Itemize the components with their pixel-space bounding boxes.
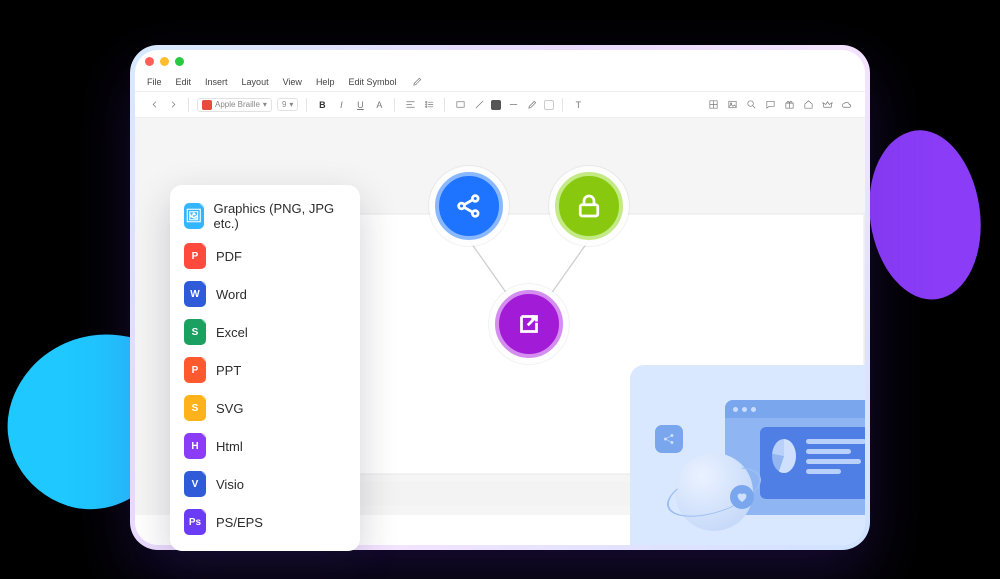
menu-insert[interactable]: Insert	[205, 77, 228, 87]
img-file-icon: 🖼	[184, 203, 204, 229]
font-size-select[interactable]: 9 ▾	[277, 98, 298, 111]
export-option-xls[interactable]: S Excel	[170, 313, 360, 351]
export-option-word[interactable]: W Word	[170, 275, 360, 313]
illus-dashboard	[760, 427, 865, 499]
cloud-icon[interactable]	[839, 98, 853, 112]
export-icon	[514, 309, 544, 339]
crown-icon[interactable]	[820, 98, 834, 112]
window-titlebar	[135, 50, 865, 72]
text-tool-icon[interactable]: T	[571, 98, 585, 112]
export-option-label: PDF	[216, 249, 242, 264]
ppt-file-icon: P	[184, 357, 206, 383]
export-option-visio[interactable]: V Visio	[170, 465, 360, 503]
gift-icon[interactable]	[782, 98, 796, 112]
format-toolbar: Apple Braille ▾ 9 ▾ B I U A T	[135, 92, 865, 118]
nav-back-icon[interactable]	[147, 98, 161, 112]
export-option-label: Excel	[216, 325, 248, 340]
pie-icon	[772, 439, 796, 473]
shape-rect-icon[interactable]	[453, 98, 467, 112]
image-icon[interactable]	[725, 98, 739, 112]
share-icon	[454, 191, 484, 221]
message-icon[interactable]	[763, 98, 777, 112]
lock-node[interactable]	[555, 172, 623, 240]
export-option-pdf[interactable]: P PDF	[170, 237, 360, 275]
underline-button[interactable]: U	[353, 98, 367, 112]
export-option-svg[interactable]: S SVG	[170, 389, 360, 427]
bg-color-icon[interactable]	[544, 100, 554, 110]
home-icon[interactable]	[801, 98, 815, 112]
menu-bar: File Edit Insert Layout View Help Edit Symbol	[135, 72, 865, 92]
text-color-button[interactable]: A	[372, 98, 386, 112]
export-format-menu: 🖼 Graphics (PNG, JPG etc.) P PDF W Word S Excel…	[170, 185, 360, 551]
xls-file-icon: S	[184, 319, 206, 345]
menu-help[interactable]: Help	[316, 77, 335, 87]
svg-file-icon: S	[184, 395, 206, 421]
export-option-label: PPT	[216, 363, 241, 378]
illus-lines	[806, 439, 865, 487]
share-node[interactable]	[435, 172, 503, 240]
export-option-html[interactable]: H Html	[170, 427, 360, 465]
html-file-icon: H	[184, 433, 206, 459]
font-name: Apple Braille	[215, 100, 260, 109]
export-option-label: Html	[216, 439, 243, 454]
word-file-icon: W	[184, 281, 206, 307]
edit-symbol-icon[interactable]	[410, 75, 424, 89]
window-minimize-icon[interactable]	[160, 57, 169, 66]
shape-line-icon[interactable]	[472, 98, 486, 112]
ps-file-icon: Ps	[184, 509, 206, 535]
export-option-label: Word	[216, 287, 247, 302]
font-select[interactable]: Apple Braille ▾	[197, 98, 272, 112]
bullets-icon[interactable]	[422, 98, 436, 112]
share-illustration	[630, 365, 865, 545]
menu-view[interactable]: View	[283, 77, 302, 87]
search-icon[interactable]	[744, 98, 758, 112]
line-style-icon[interactable]	[506, 98, 520, 112]
export-option-img[interactable]: 🖼 Graphics (PNG, JPG etc.)	[170, 195, 360, 237]
export-option-label: Visio	[216, 477, 244, 492]
nav-fwd-icon[interactable]	[166, 98, 180, 112]
export-option-label: PS/EPS	[216, 515, 263, 530]
menu-edit[interactable]: Edit	[176, 77, 192, 87]
visio-file-icon: V	[184, 471, 206, 497]
menu-layout[interactable]: Layout	[242, 77, 269, 87]
illus-share-icon	[655, 425, 683, 453]
pencil-icon[interactable]	[525, 98, 539, 112]
export-option-label: SVG	[216, 401, 243, 416]
grid-icon[interactable]	[706, 98, 720, 112]
export-option-ppt[interactable]: P PPT	[170, 351, 360, 389]
window-zoom-icon[interactable]	[175, 57, 184, 66]
bold-button[interactable]: B	[315, 98, 329, 112]
fill-color-icon[interactable]	[491, 100, 501, 110]
menu-file[interactable]: File	[147, 77, 162, 87]
font-color-swatch-icon	[202, 100, 212, 110]
window-close-icon[interactable]	[145, 57, 154, 66]
pdf-file-icon: P	[184, 243, 206, 269]
italic-button[interactable]: I	[334, 98, 348, 112]
menu-edit-symbol[interactable]: Edit Symbol	[348, 77, 396, 87]
export-option-label: Graphics (PNG, JPG etc.)	[214, 201, 347, 231]
heart-icon	[730, 485, 754, 509]
decor-blob-purple	[859, 123, 992, 307]
align-left-icon[interactable]	[403, 98, 417, 112]
lock-icon	[574, 191, 604, 221]
export-option-ps[interactable]: Ps PS/EPS	[170, 503, 360, 541]
export-node[interactable]	[495, 290, 563, 358]
